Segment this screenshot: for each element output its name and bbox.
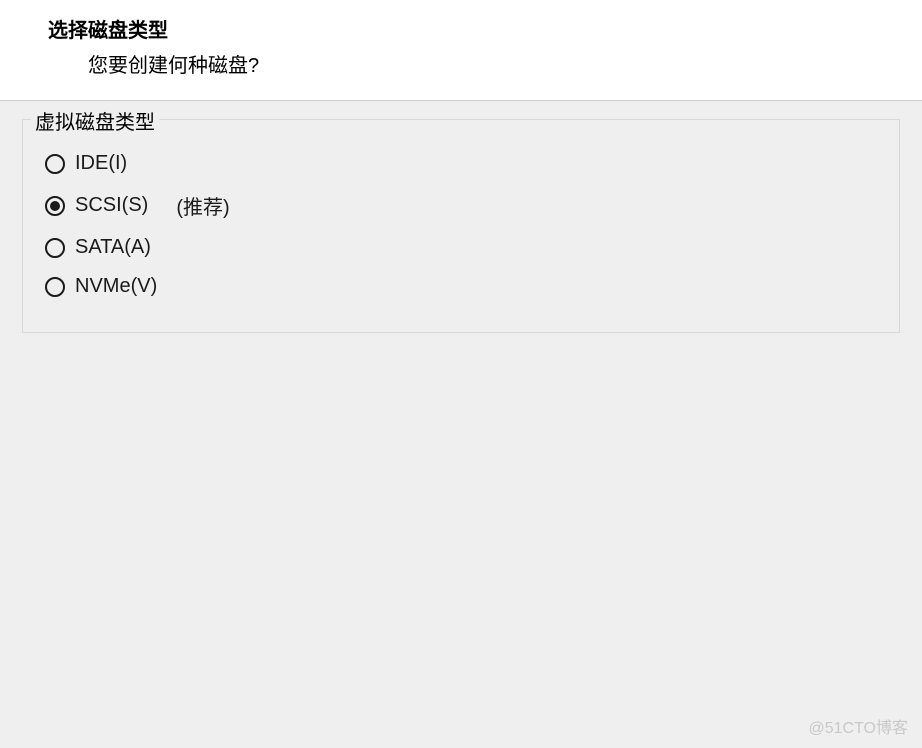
radio-icon — [45, 154, 65, 174]
radio-label: SATA(A) — [75, 236, 151, 259]
radio-icon — [45, 277, 65, 297]
radio-label: IDE(I) — [75, 152, 127, 175]
radio-option-ide[interactable]: IDE(I) — [45, 144, 877, 183]
radio-option-sata[interactable]: SATA(A) — [45, 228, 877, 267]
disk-type-radio-group: IDE(I) SCSI(S) (推荐) SATA(A) NVMe(V) — [45, 144, 877, 306]
radio-icon — [45, 238, 65, 258]
radio-option-scsi[interactable]: SCSI(S) (推荐) — [45, 183, 877, 228]
radio-label: SCSI(S) — [75, 194, 148, 217]
page-title: 选择磁盘类型 — [0, 14, 922, 43]
page-subtitle: 您要创建何种磁盘? — [0, 49, 922, 78]
wizard-header: 选择磁盘类型 您要创建何种磁盘? — [0, 0, 922, 101]
radio-label: NVMe(V) — [75, 275, 157, 298]
radio-icon — [45, 196, 65, 216]
fieldset-legend: 虚拟磁盘类型 — [31, 106, 159, 135]
disk-type-fieldset: 虚拟磁盘类型 IDE(I) SCSI(S) (推荐) SATA(A) NVMe(… — [22, 119, 900, 333]
radio-hint: (推荐) — [176, 191, 229, 220]
radio-option-nvme[interactable]: NVMe(V) — [45, 267, 877, 306]
wizard-content: 虚拟磁盘类型 IDE(I) SCSI(S) (推荐) SATA(A) NVMe(… — [0, 101, 922, 351]
watermark: @51CTO博客 — [808, 714, 908, 738]
